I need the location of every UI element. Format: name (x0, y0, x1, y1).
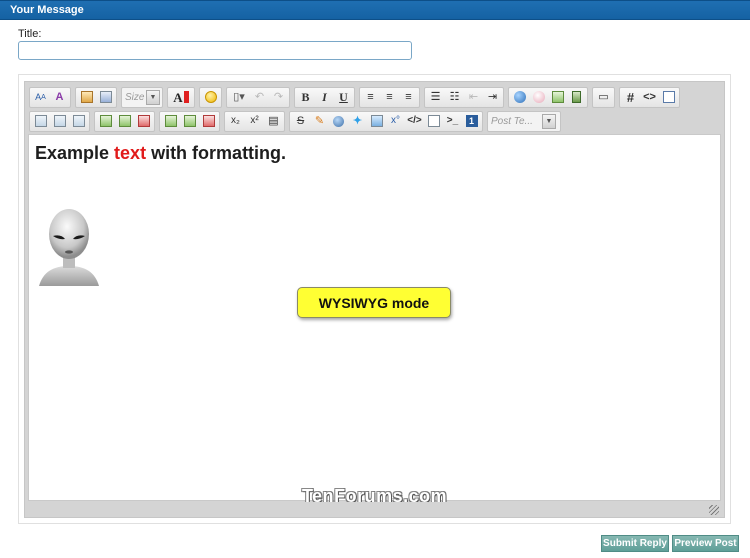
align-group: ≡ ≡ ≡ (359, 86, 420, 108)
subscript-button[interactable]: x₂ (226, 112, 245, 131)
italic-button[interactable]: I (315, 88, 334, 107)
font-size-select[interactable]: Size ▼ (121, 86, 163, 108)
list-group: ☰ ☷ ⇤ ⇥ (424, 86, 504, 108)
table-group (29, 110, 90, 132)
font-face-icon[interactable]: A (50, 88, 69, 107)
link-globe-icon[interactable] (510, 88, 529, 107)
unlink-icon[interactable] (529, 88, 548, 107)
font-group: AA A (29, 86, 71, 108)
highlighter-icon[interactable]: ✎ (310, 112, 329, 131)
preview-post-button[interactable]: Preview Post (672, 535, 739, 552)
chevron-down-icon: ▼ (542, 113, 556, 129)
align-right-icon[interactable]: ≡ (399, 88, 418, 107)
command-prompt-icon[interactable]: >_ (443, 112, 462, 131)
quote-bubble-icon[interactable]: ▭ (594, 88, 613, 107)
attachment-icon[interactable]: ▯▾ (228, 88, 250, 107)
smilies-group (199, 86, 222, 108)
resize-grip-icon[interactable] (709, 505, 719, 515)
table-properties-icon[interactable] (50, 112, 69, 131)
title-label: Title: (18, 28, 42, 40)
html-icon[interactable] (659, 88, 678, 107)
insert-row-below-icon[interactable] (115, 112, 134, 131)
format-group: B I U (294, 86, 355, 108)
attach-group: ▯▾ ↶ ↷ (226, 86, 290, 108)
font-color-icon[interactable]: A (169, 88, 193, 107)
color-group: A (167, 86, 195, 108)
title-input[interactable] (18, 41, 412, 60)
align-center-icon[interactable]: ≡ (380, 88, 399, 107)
delete-column-icon[interactable] (199, 112, 218, 131)
quote-group: ▭ (592, 86, 615, 108)
row-group (94, 110, 155, 132)
submit-reply-button[interactable]: Submit Reply (601, 535, 669, 552)
insert-column-left-icon[interactable] (161, 112, 180, 131)
photo-icon[interactable] (367, 112, 386, 131)
php-code-icon[interactable]: </> (405, 112, 424, 131)
content-heading: Example text with formatting. (35, 143, 287, 163)
clipboard-group (75, 86, 117, 108)
insert-row-above-icon[interactable] (96, 112, 115, 131)
noparse-icon[interactable] (424, 112, 443, 131)
code-icon[interactable]: <> (640, 88, 659, 107)
hash-icon[interactable]: # (621, 88, 640, 107)
underline-button[interactable]: U (334, 88, 353, 107)
delete-row-icon[interactable] (134, 112, 153, 131)
outdent-icon[interactable]: ⇤ (464, 88, 483, 107)
undo-icon[interactable]: ↶ (250, 88, 269, 107)
section-title: Your Message (10, 4, 84, 16)
insert-group (508, 86, 588, 108)
x-degree-icon[interactable]: x° (386, 112, 405, 131)
image-icon[interactable] (548, 88, 567, 107)
target-icon[interactable] (329, 112, 348, 131)
alien-image (35, 206, 103, 286)
smiley-icon[interactable] (201, 88, 220, 107)
video-icon[interactable] (567, 88, 586, 107)
paste-text-icon[interactable] (96, 88, 115, 107)
unordered-list-icon[interactable]: ☷ (445, 88, 464, 107)
insert-column-right-icon[interactable] (180, 112, 199, 131)
editor-content[interactable]: Example text with formatting. WYSIWYG mo… (28, 134, 721, 506)
bold-button[interactable]: B (296, 88, 315, 107)
wysiwyg-mode-callout: WYSIWYG mode (297, 287, 451, 318)
section-header: Your Message (0, 0, 750, 20)
strikethrough-button[interactable]: S (291, 112, 310, 131)
redo-icon[interactable]: ↷ (269, 88, 288, 107)
chevron-down-icon: ▼ (146, 89, 160, 105)
align-left-icon[interactable]: ≡ (361, 88, 380, 107)
table-icon[interactable] (31, 112, 50, 131)
wysiwyg-editor: AA A Size ▼ A ▯▾ ↶ ↷ B I U ≡ ≡ ≡ ☰ ☷ ⇤ ⇥… (24, 81, 725, 518)
number-one-icon[interactable]: 1 (462, 112, 481, 131)
superscript-button[interactable]: x² (245, 112, 264, 131)
editor-status-bar (28, 502, 721, 516)
indent-icon[interactable]: ⇥ (483, 88, 502, 107)
extra-group: S ✎ ✦ x° </> >_ 1 (289, 110, 483, 132)
page: Your Message Title: AA A Size ▼ A ▯▾ ↶ ↷… (0, 0, 750, 558)
toolbar-row-1: AA A Size ▼ A ▯▾ ↶ ↷ B I U ≡ ≡ ≡ ☰ ☷ ⇤ ⇥… (29, 85, 684, 109)
table-delete-icon[interactable] (69, 112, 88, 131)
script-group: x₂ x² ▤ (224, 110, 285, 132)
paste-icon[interactable] (77, 88, 96, 107)
ordered-list-icon[interactable]: ☰ (426, 88, 445, 107)
font-family-icon[interactable]: AA (31, 88, 50, 107)
post-template-select[interactable]: Post Te... ▼ (487, 110, 561, 132)
column-group (159, 110, 220, 132)
toolbar-row-2: x₂ x² ▤ S ✎ ✦ x° </> >_ 1 Post Te... ▼ (29, 109, 565, 133)
code-group: # <> (619, 86, 680, 108)
twitter-icon[interactable]: ✦ (348, 112, 367, 131)
horizontal-rule-icon[interactable]: ▤ (264, 112, 283, 131)
